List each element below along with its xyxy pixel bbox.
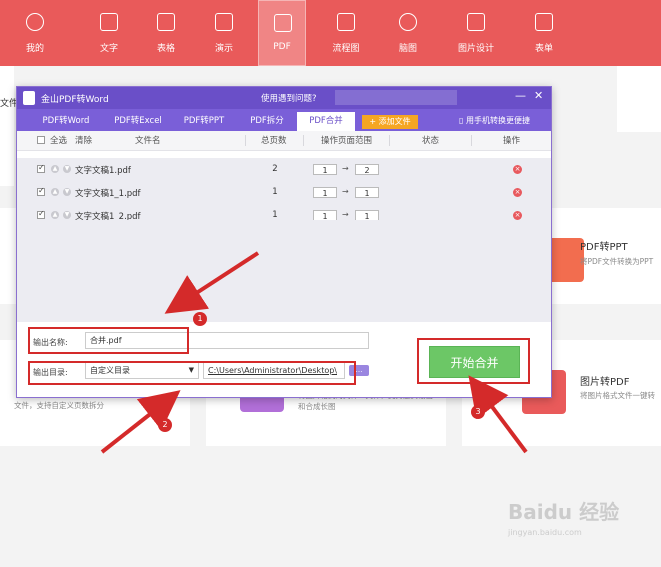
annotation-arrows bbox=[100, 251, 528, 454]
annotation-arrow-3 bbox=[468, 375, 528, 454]
annotation-badge-3: 3 bbox=[471, 405, 485, 419]
annotation-arrow-1 bbox=[164, 251, 260, 314]
annotation-badge-1: 1 bbox=[193, 312, 207, 326]
annotation-badge-2: 2 bbox=[158, 418, 172, 432]
